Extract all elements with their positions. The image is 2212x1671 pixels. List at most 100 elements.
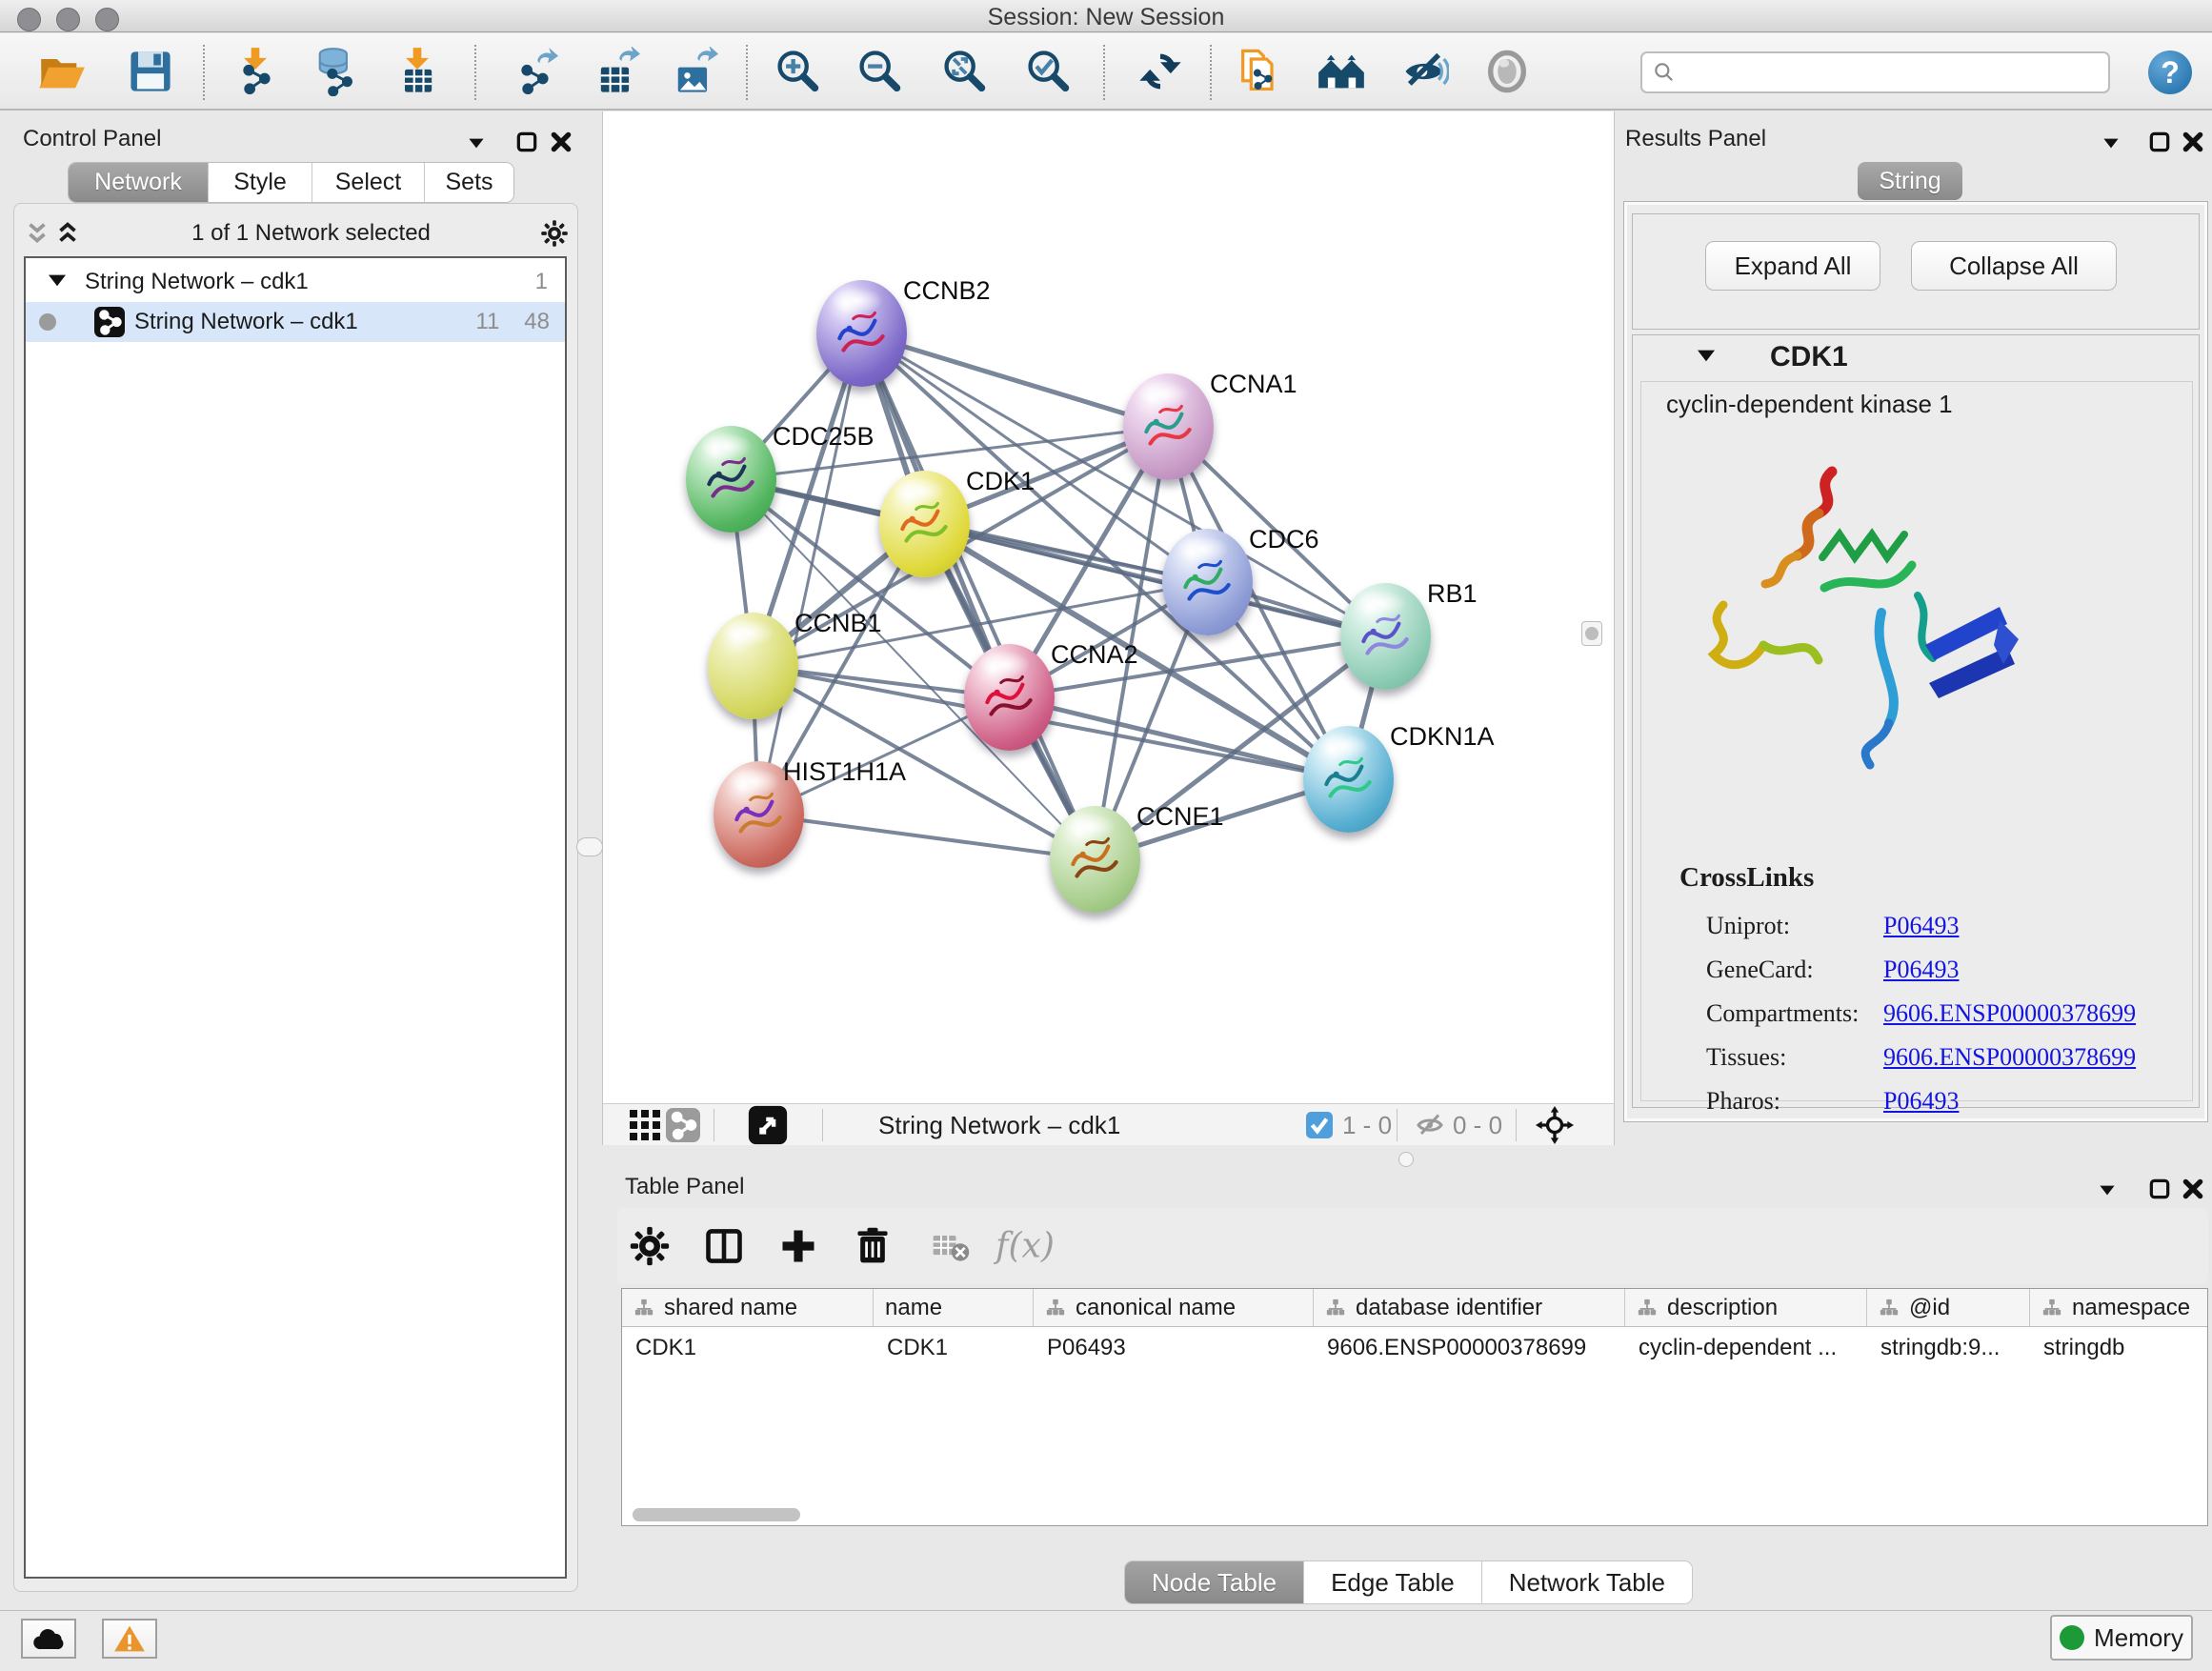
right-splitter-handle[interactable] [1581, 621, 1602, 646]
network-node-count: 11 [475, 309, 499, 335]
delete-column-button[interactable] [852, 1225, 894, 1267]
open-session-button[interactable] [37, 47, 87, 96]
control-panel-menu-icon[interactable] [464, 131, 489, 155]
export-network-button[interactable] [509, 47, 558, 96]
pan-move-icon[interactable] [1536, 1106, 1574, 1144]
tab-edge-table[interactable]: Edge Table [1304, 1561, 1482, 1603]
zoom-fit-button[interactable] [939, 47, 989, 96]
node-CDC6[interactable] [1162, 529, 1253, 635]
crosslink-url[interactable]: P06493 [1883, 1087, 1959, 1115]
node-CCNE1[interactable] [1050, 806, 1140, 913]
collection-collapse-icon[interactable] [47, 269, 71, 295]
left-splitter-handle[interactable] [576, 837, 603, 856]
gene-collapse-icon[interactable] [1696, 347, 1717, 369]
table-row[interactable]: CDK1CDK1P064939606.ENSP00000378699cyclin… [622, 1327, 2208, 1369]
crosslink-url[interactable]: 9606.ENSP00000378699 [1883, 1043, 2136, 1071]
grid-view-icon[interactable] [628, 1108, 662, 1142]
first-neighbors-button[interactable] [1317, 47, 1366, 96]
table-cell[interactable]: cyclin-dependent ... [1625, 1327, 1867, 1369]
control-panel-float-icon[interactable] [514, 130, 539, 154]
results-panel-float-icon[interactable] [2147, 130, 2172, 154]
collapse-all-button[interactable]: Collapse All [1911, 241, 2117, 291]
table-panel-close-icon[interactable] [2181, 1177, 2205, 1201]
column-header-namespace[interactable]: namespace [2030, 1289, 2208, 1326]
table-cell[interactable]: 9606.ENSP00000378699 [1314, 1327, 1625, 1369]
node-CDKN1A[interactable] [1303, 726, 1394, 833]
results-panel-close-icon[interactable] [2181, 130, 2205, 154]
warning-status-button[interactable] [102, 1619, 157, 1659]
cloud-status-button[interactable] [21, 1619, 76, 1659]
collapse-all-networks-icon[interactable] [22, 219, 52, 248]
search-input[interactable] [1684, 59, 2108, 86]
node-RB1[interactable] [1340, 583, 1431, 690]
network-share-icon[interactable] [666, 1108, 700, 1142]
search-box[interactable] [1640, 51, 2110, 93]
memory-button[interactable]: Memory [2050, 1615, 2193, 1661]
column-header-name[interactable]: name [874, 1289, 1034, 1326]
table-cell[interactable]: P06493 [1034, 1327, 1314, 1369]
zoom-in-button[interactable] [773, 47, 822, 96]
node-CCNA1[interactable] [1123, 373, 1214, 480]
expand-all-networks-icon[interactable] [52, 219, 83, 248]
export-table-button[interactable] [591, 47, 640, 96]
column-header-database-identifier[interactable]: database identifier [1314, 1289, 1625, 1326]
hide-selected-button[interactable] [1399, 47, 1449, 96]
table-cell[interactable]: stringdb [2030, 1327, 2208, 1369]
tab-sets[interactable]: Sets [425, 163, 513, 202]
birds-eye-view-icon[interactable] [748, 1105, 788, 1145]
refresh-button[interactable] [1136, 47, 1185, 96]
table-cell[interactable]: stringdb:9... [1867, 1327, 2030, 1369]
save-session-button[interactable] [126, 47, 175, 96]
table-cell[interactable]: CDK1 [874, 1327, 1034, 1369]
show-hidden-button[interactable] [1482, 47, 1532, 96]
network-collection-row[interactable]: String Network – cdk1 1 [26, 262, 565, 302]
results-panel-menu-icon[interactable] [2099, 131, 2123, 155]
crosslink-url[interactable]: P06493 [1883, 912, 1959, 939]
tab-style[interactable]: Style [209, 163, 312, 202]
tab-network-table[interactable]: Network Table [1482, 1561, 1692, 1603]
edge-CCNB2-HIST1H1A[interactable] [758, 333, 861, 815]
table-horizontal-scrollbar[interactable] [633, 1508, 800, 1521]
export-image-button[interactable] [669, 47, 718, 96]
zoom-selected-button[interactable] [1023, 47, 1073, 96]
node-CCNB2[interactable] [816, 280, 907, 387]
import-network-file-button[interactable] [231, 47, 280, 96]
table-settings-button[interactable] [629, 1225, 671, 1267]
edge-HIST1H1A-CCNE1[interactable] [758, 815, 1095, 859]
selected-checkbox-icon[interactable] [1306, 1112, 1333, 1138]
delete-table-button[interactable] [930, 1225, 972, 1267]
table-panel-float-icon[interactable] [2147, 1177, 2172, 1201]
crosslink-url[interactable]: 9606.ENSP00000378699 [1883, 999, 2136, 1027]
node-CCNB1[interactable] [708, 613, 798, 719]
network-row-selected[interactable]: String Network – cdk1 11 48 [26, 302, 565, 342]
tab-network[interactable]: Network [69, 163, 209, 202]
column-header-canonical-name[interactable]: canonical name [1034, 1289, 1314, 1326]
tab-node-table[interactable]: Node Table [1125, 1561, 1304, 1603]
import-table-button[interactable] [392, 47, 442, 96]
toggle-column-button[interactable] [703, 1225, 745, 1267]
edge-CCNB2-CCNA1[interactable] [861, 333, 1168, 427]
create-column-button[interactable] [777, 1225, 819, 1267]
network-options-gear-icon[interactable] [539, 219, 570, 248]
tab-select[interactable]: Select [312, 163, 425, 202]
horizontal-splitter-handle[interactable] [1398, 1152, 1414, 1167]
node-CDK1[interactable] [879, 471, 970, 577]
column-sort-tree-icon [1879, 1298, 1900, 1319]
zoom-out-button[interactable] [855, 47, 904, 96]
table-cell[interactable]: CDK1 [622, 1327, 874, 1369]
column-header-description[interactable]: description [1625, 1289, 1867, 1326]
column-header--id[interactable]: @id [1867, 1289, 2030, 1326]
table-panel-menu-icon[interactable] [2095, 1178, 2120, 1202]
import-network-database-button[interactable] [311, 47, 360, 96]
tab-string[interactable]: String [1858, 162, 1962, 200]
help-button[interactable]: ? [2148, 50, 2192, 94]
crosslink-url[interactable]: P06493 [1883, 956, 1959, 983]
network-view-canvas[interactable]: CCNB2 CCNA1 CDC25B CDK1 CDC6 RB1CCNB1 CC… [602, 111, 1615, 1103]
column-header-shared-name[interactable]: shared name [622, 1289, 874, 1326]
node-CCNA2[interactable] [964, 644, 1055, 751]
control-panel-close-icon[interactable] [549, 130, 573, 154]
clipboard-network-button[interactable] [1235, 47, 1284, 96]
expand-all-button[interactable]: Expand All [1705, 241, 1880, 291]
node-CDC25B[interactable] [686, 426, 776, 533]
table-type-tabs: Node TableEdge TableNetwork Table [1124, 1560, 1693, 1604]
